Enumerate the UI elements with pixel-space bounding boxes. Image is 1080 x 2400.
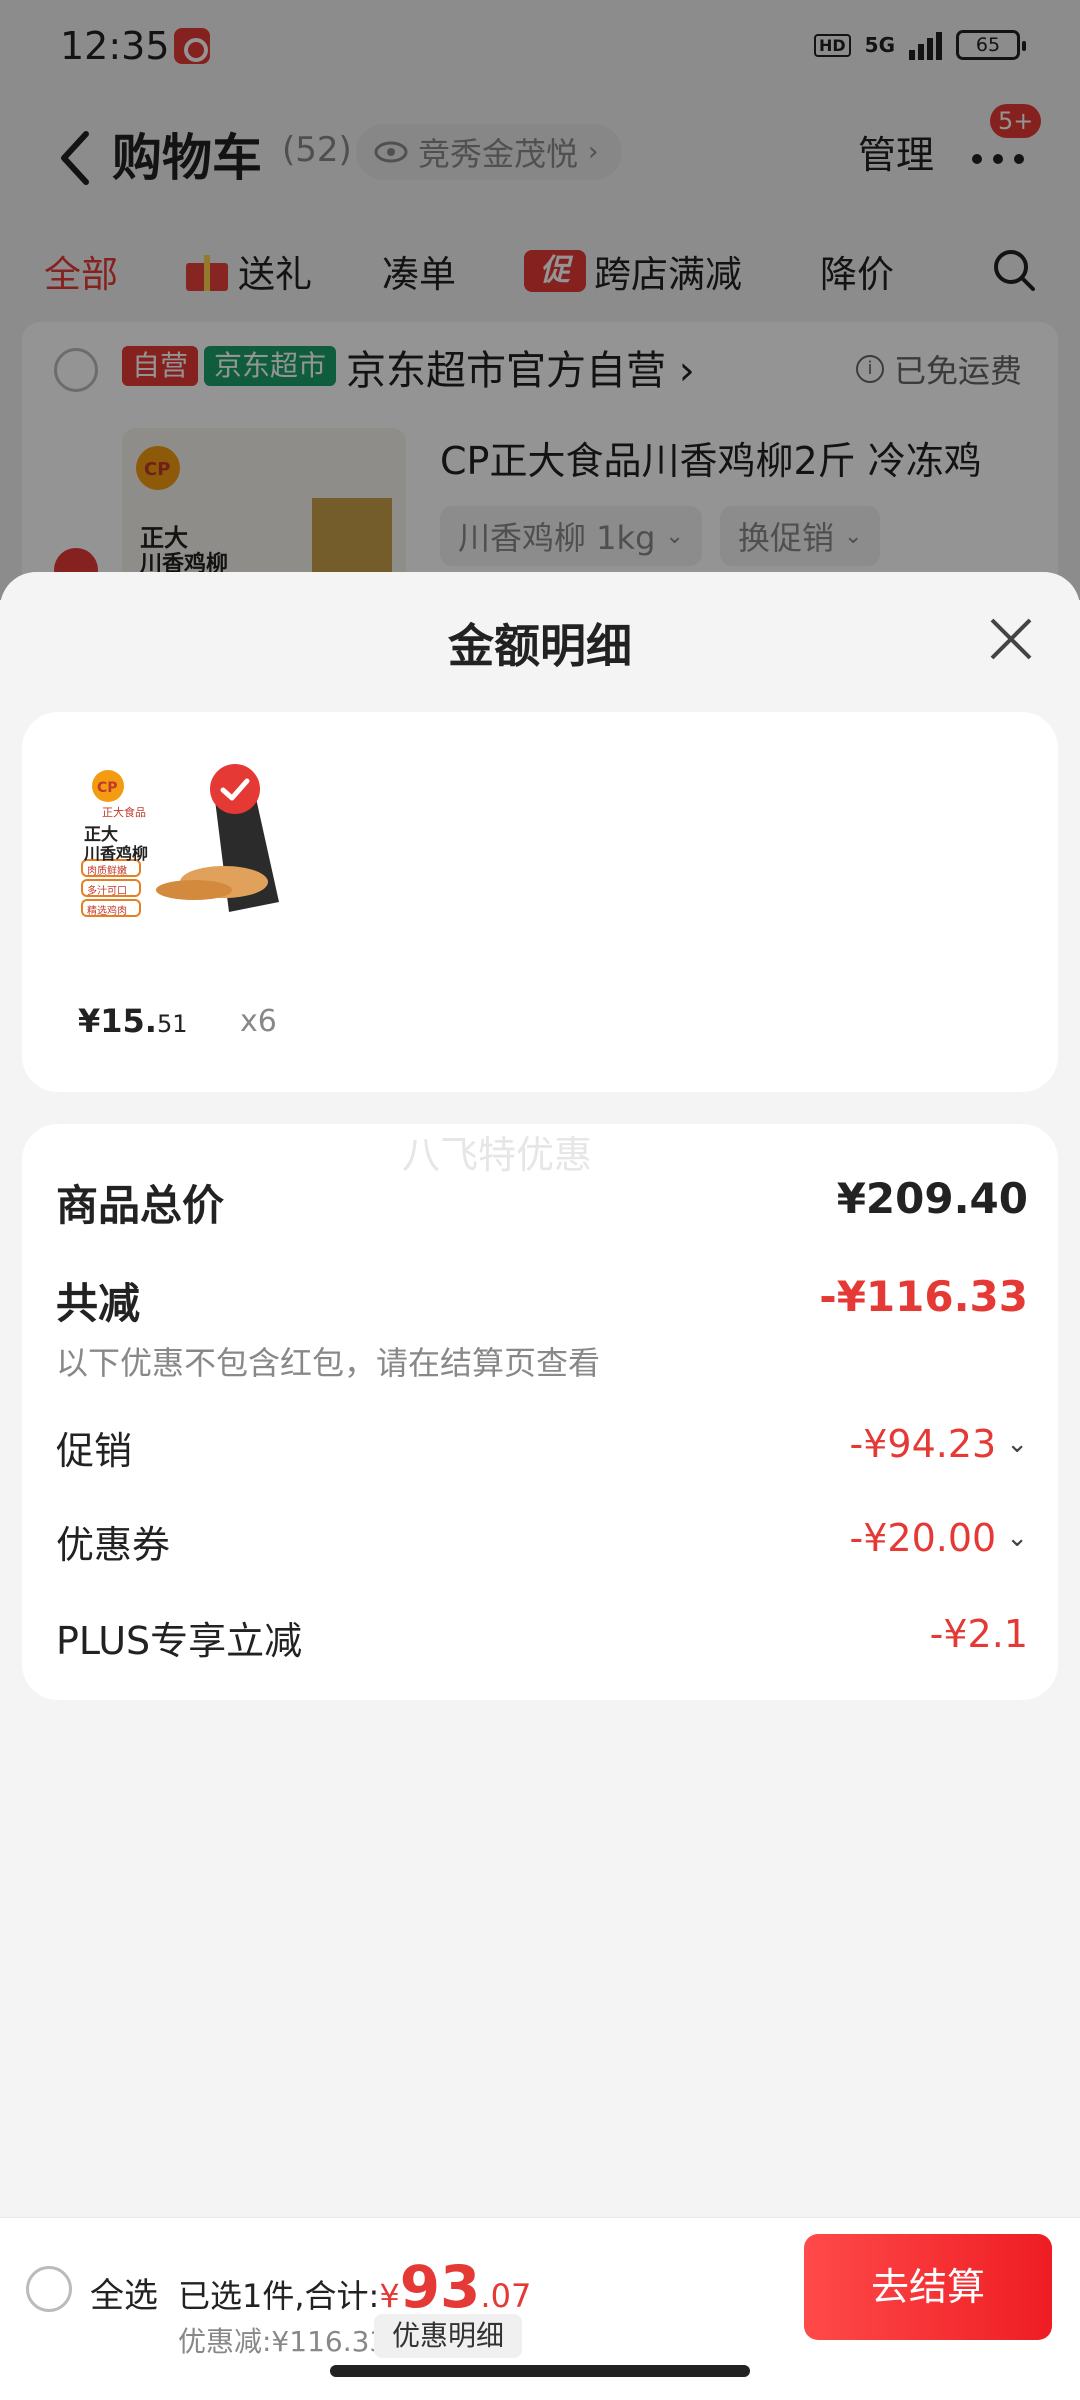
home-indicator[interactable] xyxy=(330,2365,750,2377)
total-label: 商品总价 xyxy=(56,1181,225,1230)
sum-decimal: .07 xyxy=(480,2277,532,2315)
svg-text:CP: CP xyxy=(97,780,118,796)
amount-detail-sheet: 金额明细 CP 正大食品 正大 川香鸡柳 肉质鲜嫩 多汁可口 精选鸡肉 ¥15.… xyxy=(0,572,1080,2217)
sum-integer: 93 xyxy=(399,2253,481,2321)
select-all-label[interactable]: 全选 xyxy=(90,2268,158,2317)
reduce-amount: -¥116.33 xyxy=(819,1272,1028,1321)
coupon-row-toggle[interactable]: -¥20.00 ⌄ xyxy=(850,1516,1028,1560)
discount-summary: 优惠减:¥116.33 xyxy=(178,2325,388,2358)
checkout-button[interactable]: 去结算 xyxy=(804,2234,1052,2340)
sheet-title: 金额明细 xyxy=(448,619,632,673)
checked-icon[interactable] xyxy=(210,764,260,814)
plus-label: PLUS专享立减 xyxy=(56,1619,303,1663)
discount-detail-button[interactable]: 优惠明细 xyxy=(374,2314,523,2358)
modal-overlay[interactable] xyxy=(0,0,1080,600)
sum-currency: ¥ xyxy=(379,2277,400,2315)
reduce-label: 共减 xyxy=(56,1279,141,1328)
item-qty: x6 xyxy=(240,1004,277,1039)
selected-total: 已选1件,合计: ¥ 93 .07 xyxy=(178,2258,531,2317)
price-int: ¥15. xyxy=(78,1002,157,1040)
chevron-down-icon: ⌄ xyxy=(1006,1429,1028,1459)
total-value: ¥209.40 xyxy=(837,1174,1028,1223)
chevron-down-icon: ⌄ xyxy=(1006,1523,1028,1553)
item-price: ¥15.51 xyxy=(78,1002,188,1040)
plus-amount: -¥2.1 xyxy=(929,1612,1028,1656)
goods-tag: 多汁可口 xyxy=(87,886,127,897)
coupon-label: 优惠券 xyxy=(56,1523,171,1567)
goods-tag: 精选鸡肉 xyxy=(87,906,127,917)
goods-tag: 肉质鲜嫩 xyxy=(87,866,127,877)
selected-text: 已选1件,合计: xyxy=(178,2277,380,2315)
promo-amount: -¥94.23 xyxy=(849,1422,997,1466)
total-amount: ¥209.40 xyxy=(836,1174,1028,1223)
plus-value: -¥2.1 xyxy=(930,1612,1028,1656)
goods-card: CP 正大食品 正大 川香鸡柳 肉质鲜嫩 多汁可口 精选鸡肉 ¥15.51 x6 xyxy=(22,712,1058,1092)
promo-row-toggle[interactable]: -¥94.23 ⌄ xyxy=(850,1422,1028,1466)
watermark: 八飞特优惠 xyxy=(402,1133,593,1177)
goods-brand-sub: 正大食品 xyxy=(102,806,146,819)
promo-label: 促销 xyxy=(56,1429,133,1473)
select-all-radio[interactable] xyxy=(26,2266,72,2312)
coupon-amount: -¥20.00 xyxy=(849,1516,997,1560)
close-icon[interactable] xyxy=(986,614,1036,664)
price-detail-card: 八飞特优惠 商品总价 ¥209.40 共减 -¥116.33 以下优惠不包含红包… xyxy=(22,1124,1058,1700)
goods-name2: 川香鸡柳 xyxy=(84,844,149,863)
reduce-value: -¥116.33 xyxy=(819,1272,1028,1321)
price-dec: 51 xyxy=(156,1010,188,1038)
goods-image[interactable]: CP 正大食品 正大 川香鸡柳 肉质鲜嫩 多汁可口 精选鸡肉 xyxy=(74,752,294,922)
discount-note: 以下优惠不包含红包，请在结算页查看 xyxy=(56,1344,601,1382)
